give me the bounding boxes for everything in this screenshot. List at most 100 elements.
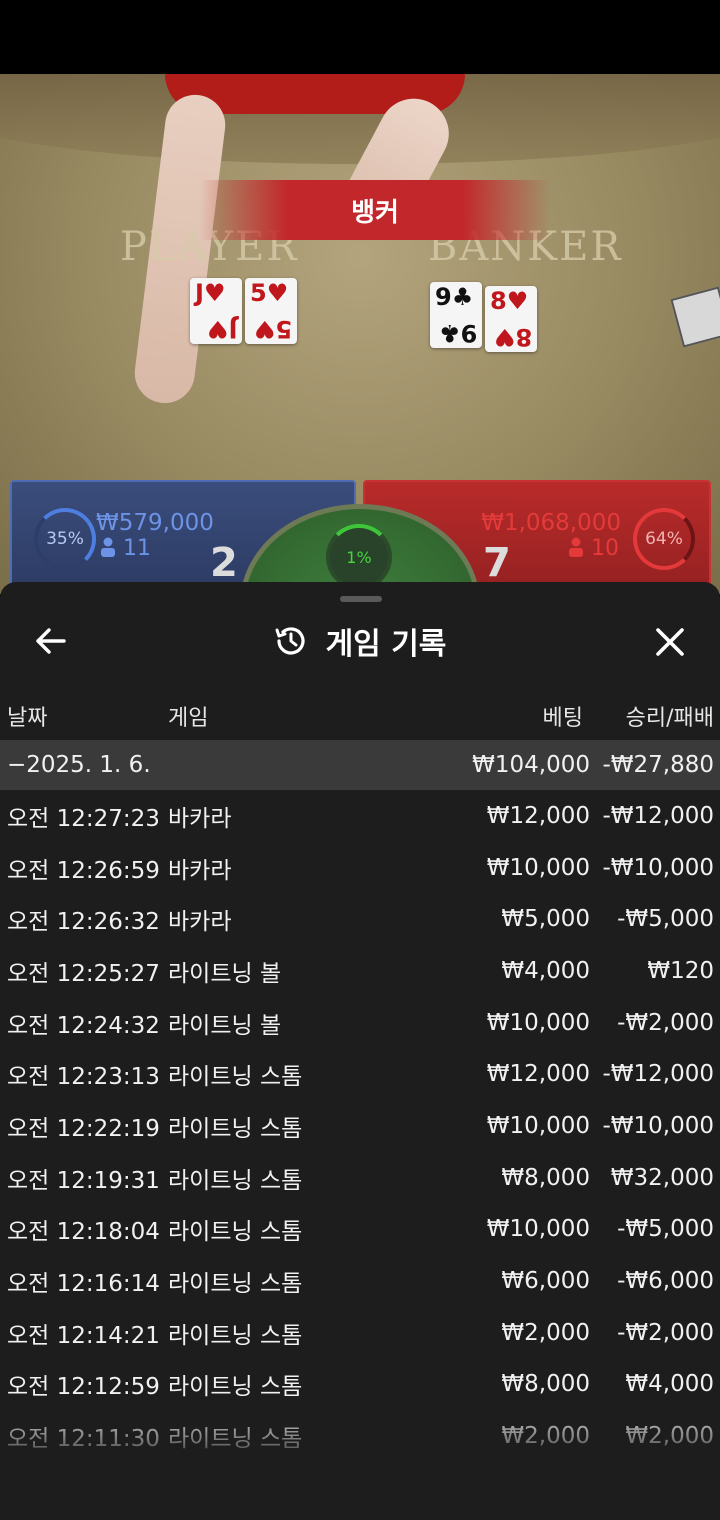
player-percent-ring: 35% <box>34 508 96 570</box>
row-win-loss: ₩32,000 <box>610 1164 714 1191</box>
header-bet: 베팅 <box>542 706 583 731</box>
row-bet: ₩2,000 <box>501 1319 590 1346</box>
row-time: 오전 12:23:13 <box>7 1064 160 1091</box>
table-row[interactable]: 오전 12:23:13 라이트닝 스톰 ₩12,000 -₩12,000 <box>0 1048 720 1100</box>
row-time: 오전 12:16:14 <box>7 1271 160 1298</box>
row-bet: ₩10,000 <box>486 854 590 881</box>
row-bet: ₩10,000 <box>486 1216 590 1243</box>
header-date: 날짜 <box>7 706 48 731</box>
banker-score: 7 <box>483 540 511 586</box>
date-group-bet: ₩104,000 <box>472 752 590 778</box>
user-icon <box>101 537 115 557</box>
player-total-bet: ₩579,000 <box>96 510 214 536</box>
row-win-loss: -₩2,000 <box>617 1319 714 1346</box>
row-bet: ₩10,000 <box>486 1112 590 1139</box>
table-row[interactable]: 오전 12:26:32 바카라 ₩5,000 -₩5,000 <box>0 893 720 945</box>
table-header: 날짜 게임 베팅 승리/패배 <box>0 690 720 738</box>
close-icon <box>656 628 684 656</box>
row-win-loss: -₩12,000 <box>602 1061 714 1088</box>
table-row[interactable]: 오전 12:12:59 라이트닝 스톰 ₩8,000 ₩4,000 <box>0 1359 720 1411</box>
table-row[interactable]: 오전 12:24:32 라이트닝 볼 ₩10,000 -₩2,000 <box>0 997 720 1049</box>
page-title: 게임 기록 <box>325 627 447 662</box>
row-time: 오전 12:22:19 <box>7 1115 160 1142</box>
row-win-loss: -₩5,000 <box>617 1216 714 1243</box>
row-game: 라이트닝 스톰 <box>168 1219 303 1246</box>
banker-percent-ring: 64% <box>633 508 695 570</box>
row-bet: ₩8,000 <box>501 1164 590 1191</box>
row-bet: ₩8,000 <box>501 1371 590 1398</box>
banker-bettor-count: 10 <box>568 536 619 561</box>
table-row[interactable]: 오전 12:14:21 라이트닝 스톰 ₩2,000 -₩2,000 <box>0 1307 720 1359</box>
date-group-row[interactable]: −2025. 1. 6. ₩104,000 -₩27,880 <box>0 740 720 790</box>
row-time: 오전 12:24:32 <box>7 1012 160 1039</box>
row-game: 라이트닝 볼 <box>168 1012 282 1039</box>
row-game: 라이트닝 스톰 <box>168 1426 303 1453</box>
table-row[interactable]: 오전 12:19:31 라이트닝 스톰 ₩8,000 ₩32,000 <box>0 1152 720 1204</box>
row-time: 오전 12:18:04 <box>7 1219 160 1246</box>
history-list: −2025. 1. 6. ₩104,000 -₩27,880 오전 12:27:… <box>0 740 720 1462</box>
table-row[interactable]: 오전 12:26:59 바카라 ₩10,000 -₩10,000 <box>0 842 720 894</box>
tie-percent-ring: 1% <box>326 524 392 590</box>
row-game: 라이트닝 스톰 <box>168 1064 303 1091</box>
row-bet: ₩10,000 <box>486 1009 590 1036</box>
row-game: 라이트닝 스톰 <box>168 1322 303 1349</box>
table-row[interactable]: 오전 12:11:30 라이트닝 스톰 ₩2,000 ₩2,000 <box>0 1410 720 1462</box>
row-win-loss: -₩5,000 <box>617 906 714 933</box>
date-group-win-loss: -₩27,880 <box>602 752 714 778</box>
player-card: 5♥ 5♥ <box>245 278 297 344</box>
banker-total-bet: ₩1,068,000 <box>481 510 621 536</box>
row-win-loss: -₩10,000 <box>602 1112 714 1139</box>
drag-handle[interactable] <box>340 596 382 602</box>
row-game: 라이트닝 스톰 <box>168 1115 303 1142</box>
result-banner-text: 뱅커 <box>351 197 399 228</box>
row-bet: ₩12,000 <box>486 802 590 829</box>
banker-card: 9♣ 9♣ <box>430 282 482 348</box>
row-win-loss: ₩4,000 <box>625 1371 714 1398</box>
row-game: 라이트닝 스톰 <box>168 1167 303 1194</box>
row-game: 라이트닝 스톰 <box>168 1271 303 1298</box>
sheet-title: 게임 기록 <box>0 616 720 666</box>
row-win-loss: -₩2,000 <box>617 1009 714 1036</box>
status-bar <box>0 0 720 74</box>
card-shoe <box>670 286 720 348</box>
row-bet: ₩4,000 <box>501 957 590 984</box>
live-game-view: PLAYER BANKER 뱅커 J♥ J♥ 5♥ 5♥ 9♣ 9♣ 8♥ 8♥… <box>0 74 720 594</box>
row-win-loss: -₩10,000 <box>602 854 714 881</box>
row-time: 오전 12:26:59 <box>7 857 160 884</box>
table-row[interactable]: 오전 12:25:27 라이트닝 볼 ₩4,000 ₩120 <box>0 945 720 997</box>
row-bet: ₩6,000 <box>501 1268 590 1295</box>
row-game: 라이트닝 스톰 <box>168 1374 303 1401</box>
row-time: 오전 12:14:21 <box>7 1322 160 1349</box>
row-win-loss: -₩6,000 <box>617 1268 714 1295</box>
result-banner: 뱅커 <box>200 180 550 240</box>
row-game: 라이트닝 볼 <box>168 960 282 987</box>
game-history-sheet: 게임 기록 날짜 게임 베팅 승리/패배 −2025. 1. 6. ₩104,0… <box>0 582 720 1520</box>
row-time: 오전 12:12:59 <box>7 1374 160 1401</box>
table-row[interactable]: 오전 12:22:19 라이트닝 스톰 ₩10,000 -₩10,000 <box>0 1100 720 1152</box>
row-win-loss: ₩2,000 <box>625 1423 714 1450</box>
row-win-loss: ₩120 <box>647 957 714 984</box>
row-bet: ₩2,000 <box>501 1423 590 1450</box>
table-row[interactable]: 오전 12:27:23 바카라 ₩12,000 -₩12,000 <box>0 790 720 842</box>
row-bet: ₩12,000 <box>486 1061 590 1088</box>
table-row[interactable]: 오전 12:16:14 라이트닝 스톰 ₩6,000 -₩6,000 <box>0 1255 720 1307</box>
table-row[interactable]: 오전 12:18:04 라이트닝 스톰 ₩10,000 -₩5,000 <box>0 1204 720 1256</box>
row-time: 오전 12:11:30 <box>7 1426 160 1453</box>
header-win-loss: 승리/패배 <box>625 706 714 731</box>
player-card: J♥ J♥ <box>190 278 242 344</box>
close-button[interactable] <box>646 618 694 666</box>
header-game: 게임 <box>168 706 209 731</box>
history-clock-icon <box>275 627 305 655</box>
date-group-date: −2025. 1. 6. <box>7 752 151 778</box>
row-game: 바카라 <box>168 857 232 884</box>
row-bet: ₩5,000 <box>501 906 590 933</box>
row-game: 바카라 <box>168 909 232 936</box>
row-win-loss: -₩12,000 <box>602 802 714 829</box>
row-game: 바카라 <box>168 805 232 832</box>
row-time: 오전 12:25:27 <box>7 960 160 987</box>
row-time: 오전 12:19:31 <box>7 1167 160 1194</box>
player-score: 2 <box>210 540 238 586</box>
banker-card: 8♥ 8♥ <box>485 286 537 352</box>
row-time: 오전 12:26:32 <box>7 909 160 936</box>
row-time: 오전 12:27:23 <box>7 805 160 832</box>
